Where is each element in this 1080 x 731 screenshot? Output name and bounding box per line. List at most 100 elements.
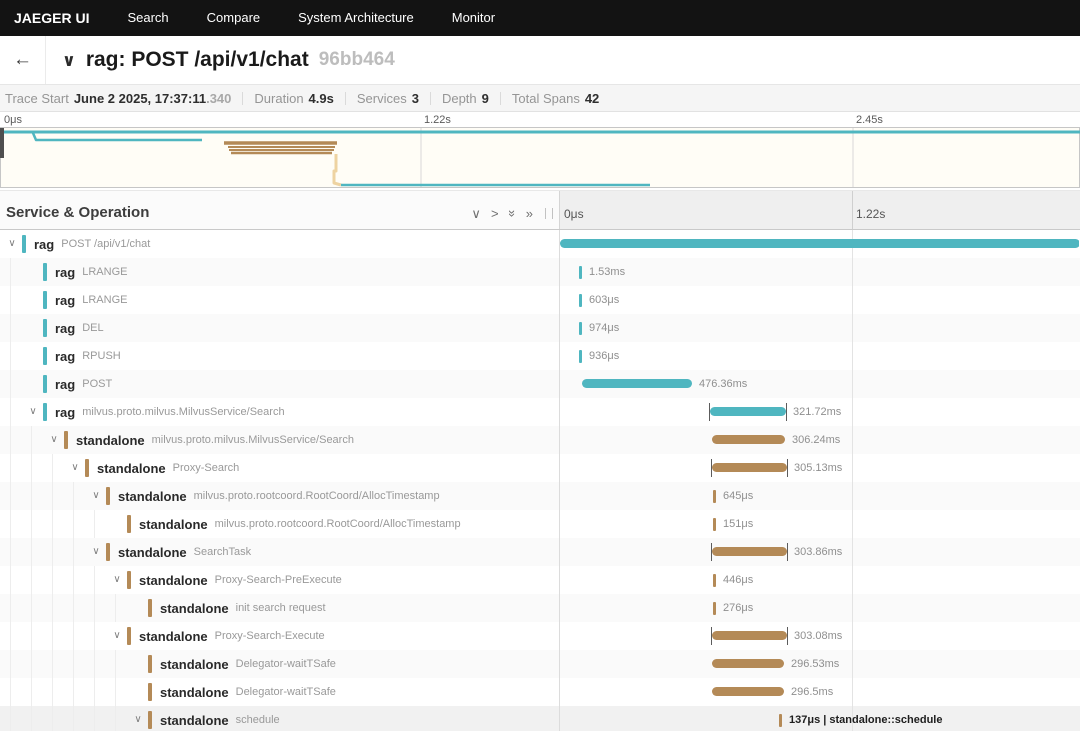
span-toggle-chevron-icon[interactable]: ∨ — [47, 435, 61, 445]
collapse-one-icon[interactable]: ∨ — [471, 207, 481, 220]
span-name: standalone Proxy-Search-PreExecute — [127, 571, 342, 589]
span-row[interactable]: ∨ standalone milvus.proto.rootcoord.RootCo… — [0, 482, 1080, 510]
span-name-cell[interactable]: rag RPUSH — [0, 342, 560, 370]
span-bar-cell[interactable]: 276μs — [560, 594, 1079, 622]
span-name-cell[interactable]: ∨ rag POST /api/v1/chat — [0, 230, 560, 258]
span-duration-tick[interactable] — [713, 574, 716, 587]
span-toggle-chevron-icon[interactable]: ∨ — [26, 407, 40, 417]
minimap-canvas[interactable] — [0, 127, 1080, 189]
span-toggle-chevron-icon[interactable]: ∨ — [5, 239, 19, 249]
span-bar-cell[interactable]: 303.86ms — [560, 538, 1079, 566]
span-row[interactable]: ∨ standalone Proxy-Search 305.13ms — [0, 454, 1080, 482]
span-name-cell[interactable]: rag LRANGE — [0, 258, 560, 286]
span-duration-tick[interactable] — [713, 490, 716, 503]
span-duration-tick[interactable] — [579, 322, 582, 335]
span-row[interactable]: rag LRANGE 1.53ms — [0, 258, 1080, 286]
span-name-cell[interactable]: ∨ standalone Proxy-Search — [0, 454, 560, 482]
span-bar-cell[interactable]: 321.72ms — [560, 398, 1079, 426]
span-name-cell[interactable]: ∨ standalone milvus.proto.rootcoord.RootCo… — [0, 482, 560, 510]
span-toggle-chevron-icon[interactable]: ∨ — [110, 631, 124, 641]
span-bar-cell[interactable]: 306.24ms — [560, 426, 1079, 454]
back-button[interactable]: ← — [0, 36, 46, 84]
span-duration-tick[interactable] — [713, 518, 716, 531]
span-bar-cell[interactable]: 974μs — [560, 314, 1079, 342]
span-row[interactable]: ∨ standalone schedule 137μs | standalone::s… — [0, 706, 1080, 731]
span-toggle-chevron-icon[interactable]: ∨ — [68, 463, 82, 473]
span-row[interactable]: ∨ standalone Proxy-Search-PreExecute 446μs — [0, 566, 1080, 594]
span-bar-cell[interactable]: 151μs — [560, 510, 1079, 538]
span-row[interactable]: ∨ standalone Proxy-Search-Execute 303.08ms — [0, 622, 1080, 650]
timeline-axis-header: 0μs 1.22s — [560, 191, 1080, 229]
app-logo[interactable]: JAEGER UI — [14, 10, 89, 26]
span-duration-bar[interactable] — [582, 379, 692, 388]
span-row[interactable]: standalone milvus.proto.rootcoord.RootCoo… — [0, 510, 1080, 538]
trace-collapse-chevron-icon[interactable]: ∨ — [62, 52, 76, 69]
span-row[interactable]: standalone Delegator-waitTSafe 296.5ms — [0, 678, 1080, 706]
span-bar-cell[interactable]: 296.5ms — [560, 678, 1079, 706]
collapse-all-icon[interactable]: » — [505, 210, 520, 217]
span-duration-bar[interactable] — [712, 547, 787, 556]
expand-one-icon[interactable]: > — [491, 207, 499, 220]
span-toggle-chevron-icon[interactable]: ∨ — [131, 715, 145, 725]
span-bar-cell[interactable]: 296.53ms — [560, 650, 1079, 678]
span-name-cell[interactable]: standalone milvus.proto.rootcoord.RootCoo… — [0, 510, 560, 538]
span-name-cell[interactable]: ∨ rag milvus.proto.milvus.MilvusService/Se… — [0, 398, 560, 426]
span-bar-cell[interactable]: 603μs — [560, 286, 1079, 314]
span-duration-tick[interactable] — [579, 294, 582, 307]
nav-item-compare[interactable]: Compare — [207, 10, 260, 25]
span-name-cell[interactable]: standalone Delegator-waitTSafe — [0, 650, 560, 678]
span-bar-cell[interactable]: 303.08ms — [560, 622, 1079, 650]
span-row[interactable]: ∨ standalone milvus.proto.milvus.MilvusSer… — [0, 426, 1080, 454]
span-row[interactable]: standalone init search request 276μs — [0, 594, 1080, 622]
span-row[interactable]: ∨ rag milvus.proto.milvus.MilvusService/Se… — [0, 398, 1080, 426]
span-name-cell[interactable]: standalone Delegator-waitTSafe — [0, 678, 560, 706]
span-duration-bar[interactable] — [560, 239, 1079, 248]
span-duration-tick[interactable] — [579, 350, 582, 363]
span-bar-cell[interactable] — [560, 230, 1079, 258]
span-name-cell[interactable]: ∨ standalone SearchTask — [0, 538, 560, 566]
span-row[interactable]: rag RPUSH 936μs — [0, 342, 1080, 370]
span-name-cell[interactable]: rag LRANGE — [0, 286, 560, 314]
span-name-cell[interactable]: ∨ standalone Proxy-Search-PreExecute — [0, 566, 560, 594]
span-duration-bar[interactable] — [712, 463, 787, 472]
span-duration-bar[interactable] — [712, 631, 787, 640]
span-row[interactable]: ∨ standalone SearchTask 303.86ms — [0, 538, 1080, 566]
span-bar-cell[interactable]: 476.36ms — [560, 370, 1079, 398]
span-row[interactable]: rag DEL 974μs — [0, 314, 1080, 342]
span-duration-tick[interactable] — [779, 714, 782, 727]
expand-all-icon[interactable]: » — [526, 207, 533, 220]
span-name-cell[interactable]: ∨ standalone Proxy-Search-Execute — [0, 622, 560, 650]
span-name-cell[interactable]: rag POST — [0, 370, 560, 398]
span-duration-tick[interactable] — [713, 602, 716, 615]
span-bar-cell[interactable]: 137μs | standalone::schedule — [560, 706, 1079, 731]
trace-minimap[interactable]: 0μs 1.22s 2.45s — [0, 112, 1080, 190]
span-row[interactable]: standalone Delegator-waitTSafe 296.53ms — [0, 650, 1080, 678]
span-bar-cell[interactable]: 305.13ms — [560, 454, 1079, 482]
span-row[interactable]: rag POST 476.36ms — [0, 370, 1080, 398]
span-duration-bar[interactable] — [710, 407, 786, 416]
span-bar-cell[interactable]: 446μs — [560, 566, 1079, 594]
span-bar-cell[interactable]: 1.53ms — [560, 258, 1079, 286]
span-name-cell[interactable]: rag DEL — [0, 314, 560, 342]
span-toggle-chevron-icon[interactable]: ∨ — [89, 491, 103, 501]
span-name: rag POST — [43, 375, 112, 393]
span-toggle-chevron-icon[interactable]: ∨ — [110, 575, 124, 585]
column-resizer-grip[interactable] — [545, 208, 553, 219]
span-duration-bar[interactable] — [712, 435, 785, 444]
span-name-cell[interactable]: ∨ standalone milvus.proto.milvus.MilvusSer… — [0, 426, 560, 454]
span-duration-bar[interactable] — [712, 687, 784, 696]
span-name-cell[interactable]: ∨ standalone schedule — [0, 706, 560, 731]
minimap-viewport-handle[interactable] — [0, 128, 4, 158]
span-row[interactable]: rag LRANGE 603μs — [0, 286, 1080, 314]
span-bar-cell[interactable]: 645μs — [560, 482, 1079, 510]
span-duration-tick[interactable] — [579, 266, 582, 279]
span-duration-bar[interactable] — [712, 659, 784, 668]
nav-item-system-architecture[interactable]: System Architecture — [298, 10, 414, 25]
span-row[interactable]: ∨ rag POST /api/v1/chat — [0, 230, 1080, 258]
nav-item-monitor[interactable]: Monitor — [452, 10, 495, 25]
span-bar-cell[interactable]: 936μs — [560, 342, 1079, 370]
span-name-cell[interactable]: standalone init search request — [0, 594, 560, 622]
summary-item-depth: Depth 9 — [431, 91, 501, 105]
nav-item-search[interactable]: Search — [127, 10, 168, 25]
span-toggle-chevron-icon[interactable]: ∨ — [89, 547, 103, 557]
